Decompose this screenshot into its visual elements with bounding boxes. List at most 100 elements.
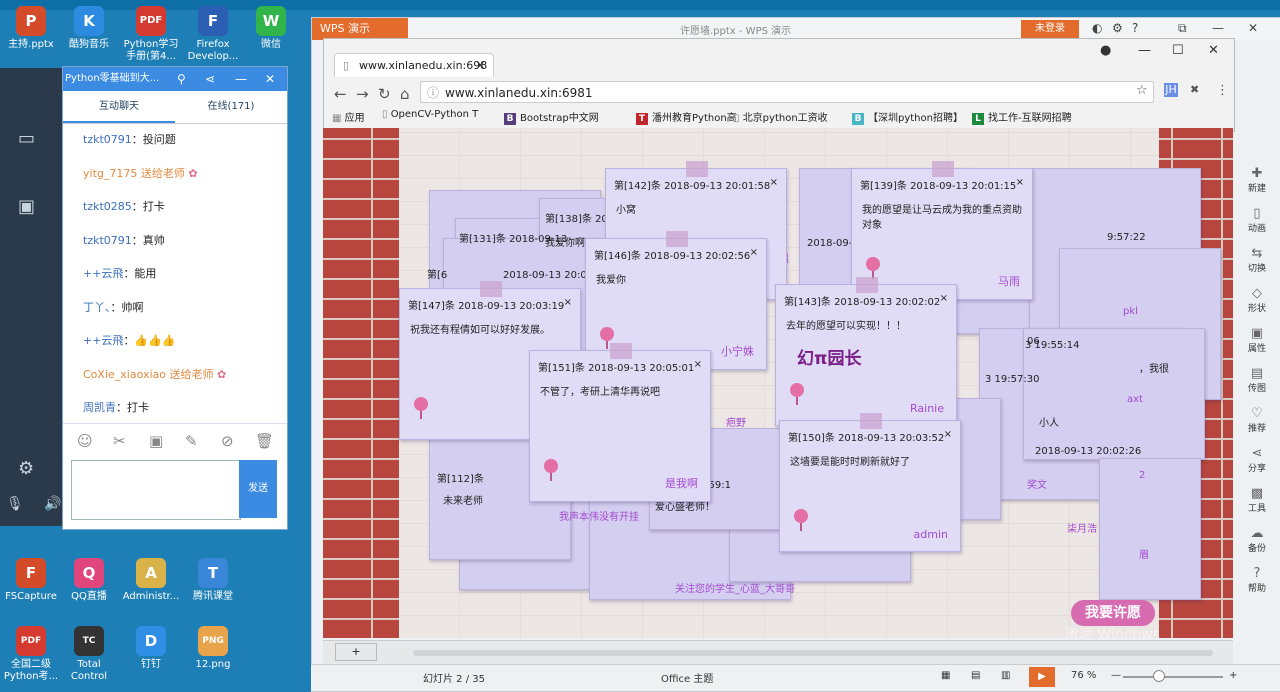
close-tab-icon[interactable]: ✕	[476, 54, 485, 78]
chat-username[interactable]: ++云飛	[83, 267, 123, 280]
forward-icon[interactable]: →	[356, 85, 369, 103]
note-close-icon[interactable]: ×	[770, 177, 778, 188]
play-icon[interactable]: ▶	[1029, 667, 1055, 687]
right-tool-8[interactable]: ▩ 工具	[1234, 486, 1280, 514]
trash-icon[interactable]: 🗑	[255, 432, 274, 450]
right-tool-0[interactable]: ✚ 新建	[1234, 166, 1280, 194]
right-tool-2[interactable]: ⇆ 切换	[1234, 246, 1280, 274]
back-icon[interactable]: ←	[334, 85, 347, 103]
desktop-icon[interactable]: PDF 全国二级Python考...	[0, 626, 62, 683]
chat-username[interactable]: 丁丫、	[83, 301, 111, 314]
make-wish-button[interactable]: 我要许愿	[1071, 600, 1155, 626]
bookmark-item[interactable]: ▯ 北京python工资收	[734, 109, 828, 124]
skin-icon[interactable]: ◐	[1092, 21, 1102, 35]
close-icon[interactable]: ✕	[1208, 43, 1219, 58]
desktop-icon[interactable]: D 钉钉	[120, 626, 182, 671]
zoom-slider[interactable]	[1123, 676, 1223, 678]
send-button[interactable]: 发送	[239, 460, 277, 518]
sorter-view-icon[interactable]: ▤	[971, 670, 980, 681]
desktop-icon[interactable]: F Firefox Develop...	[182, 6, 244, 63]
wish-note[interactable]: 第[139]条 2018-09-13 20:01:15 × 我的愿望是让马云成为我的…	[851, 161, 1033, 300]
help-icon[interactable]: ?	[1132, 21, 1138, 35]
speaker-icon[interactable]: 🔊	[44, 496, 61, 512]
desktop-icon[interactable]: P 主持.pptx	[0, 6, 62, 51]
minimize-icon[interactable]: —	[235, 67, 247, 91]
zoom-handle[interactable]	[1153, 670, 1165, 682]
chat-username[interactable]: 周凯青	[83, 401, 116, 414]
settings-icon[interactable]: ⚙	[1112, 21, 1123, 35]
chat-username[interactable]: tzkt0791	[83, 234, 132, 247]
extension-icon[interactable]: JH	[1164, 83, 1178, 97]
add-slide-button[interactable]: +	[335, 643, 377, 661]
bookmark-item[interactable]: T 潘州教育Python高	[636, 109, 737, 125]
reading-view-icon[interactable]: ▥	[1001, 670, 1010, 681]
settings-gear-icon[interactable]: ⚙	[18, 458, 34, 479]
share-icon[interactable]: ⋖	[205, 67, 215, 91]
note-close-icon[interactable]: ×	[750, 247, 758, 258]
desktop-icon[interactable]: PNG 12.png	[182, 626, 244, 671]
right-tool-1[interactable]: ▯ 动画	[1234, 206, 1280, 234]
right-tool-5[interactable]: ▤ 传图	[1234, 366, 1280, 394]
tab-online[interactable]: 在线(171)	[175, 91, 287, 123]
bookmark-item[interactable]: L 找工作-互联网招聘	[972, 109, 1072, 125]
desktop-icon[interactable]: Q QQ直播	[58, 558, 120, 603]
right-tool-6[interactable]: ♡ 推荐	[1234, 406, 1280, 434]
zoom-out-icon[interactable]: —	[1111, 670, 1121, 681]
scroll-track[interactable]	[413, 650, 1213, 656]
right-tool-7[interactable]: ⋖ 分享	[1234, 446, 1280, 474]
bookmark-item[interactable]: B 【深圳python招聘】	[852, 109, 963, 125]
right-tool-9[interactable]: ☁ 备份	[1234, 526, 1280, 554]
login-button[interactable]: 未登录	[1021, 20, 1079, 38]
wps-menu-button[interactable]: WPS 演示	[312, 18, 408, 40]
note-close-icon[interactable]: ×	[940, 293, 948, 304]
pin-icon[interactable]: ⚲	[177, 67, 186, 91]
chat-username[interactable]: CoXie_xiaoxiao 送给老师	[83, 368, 214, 381]
chat-input[interactable]	[71, 460, 241, 520]
note-close-icon[interactable]: ×	[1016, 177, 1024, 188]
right-tool-3[interactable]: ◇ 形状	[1234, 286, 1280, 314]
bookmark-item[interactable]: ▯ OpenCV-Python T	[382, 109, 478, 120]
wish-note[interactable]: 第[151]条 2018-09-13 20:05:01 × 不管了，考研上清华再说吧…	[529, 343, 711, 502]
home-icon[interactable]: ⌂	[400, 85, 410, 103]
right-tool-4[interactable]: ▣ 属性	[1234, 326, 1280, 354]
block-icon[interactable]: ⊘	[221, 432, 234, 450]
minimize-icon[interactable]: —	[1138, 43, 1151, 58]
minimize-icon[interactable]: —	[1212, 21, 1224, 35]
desktop-icon[interactable]: K 酷狗音乐	[58, 6, 120, 51]
desktop-icon[interactable]: PDF Python学习手册(第4...	[120, 6, 182, 63]
desktop-icon[interactable]: A Administr...	[120, 558, 182, 603]
browser-tab[interactable]: ▯ www.xinlanedu.xin:698 ✕	[334, 53, 494, 77]
bookmark-item[interactable]: ▦ 应用	[332, 109, 365, 124]
scissors-icon[interactable]: ✂	[113, 432, 126, 450]
account-icon[interactable]: ●	[1100, 43, 1111, 58]
maximize-icon[interactable]: ☐	[1172, 43, 1184, 58]
zoom-in-icon[interactable]: +	[1229, 670, 1237, 681]
reload-icon[interactable]: ↻	[378, 85, 391, 103]
wish-note[interactable]: 第[150]条 2018-09-13 20:03:52 × 这墙要是能时时刷新就好了…	[779, 413, 961, 552]
note-close-icon[interactable]: ×	[944, 429, 952, 440]
chat-username[interactable]: yitg_7175 送给老师	[83, 167, 185, 180]
desktop-icon[interactable]: TC Total Control	[58, 626, 120, 683]
note-close-icon[interactable]: ×	[694, 359, 702, 370]
chat-username[interactable]: tzkt0285	[83, 200, 132, 213]
desktop-icon[interactable]: F FSCapture	[0, 558, 62, 603]
horizontal-scrollbar[interactable]: +	[323, 640, 1233, 665]
tab-chat[interactable]: 互动聊天	[63, 91, 175, 123]
normal-view-icon[interactable]: ▦	[941, 670, 950, 681]
bookmark-item[interactable]: B Bootstrap中文网	[504, 109, 599, 125]
image-icon[interactable]: ▣	[149, 432, 163, 450]
right-tool-10[interactable]: ? 帮助	[1234, 566, 1280, 594]
address-bar[interactable]: ⓘ www.xinlanedu.xin:6981	[420, 81, 1154, 103]
restore-icon[interactable]: ⧉	[1178, 21, 1187, 36]
mic-icon[interactable]: 🎙	[6, 496, 24, 512]
close-icon[interactable]: ✕	[1248, 21, 1258, 35]
extension-x-icon[interactable]: ✖	[1190, 83, 1199, 96]
presentation-icon[interactable]: ▣	[18, 196, 35, 217]
close-icon[interactable]: ✕	[265, 67, 275, 91]
note-close-icon[interactable]: ×	[564, 297, 572, 308]
screen-icon[interactable]: ▭	[18, 128, 35, 149]
edit-icon[interactable]: ✎	[185, 432, 198, 450]
bookmark-star-icon[interactable]: ☆	[1136, 83, 1148, 98]
menu-icon[interactable]: ⋮	[1216, 83, 1229, 98]
emoji-icon[interactable]: ☺	[77, 432, 93, 450]
